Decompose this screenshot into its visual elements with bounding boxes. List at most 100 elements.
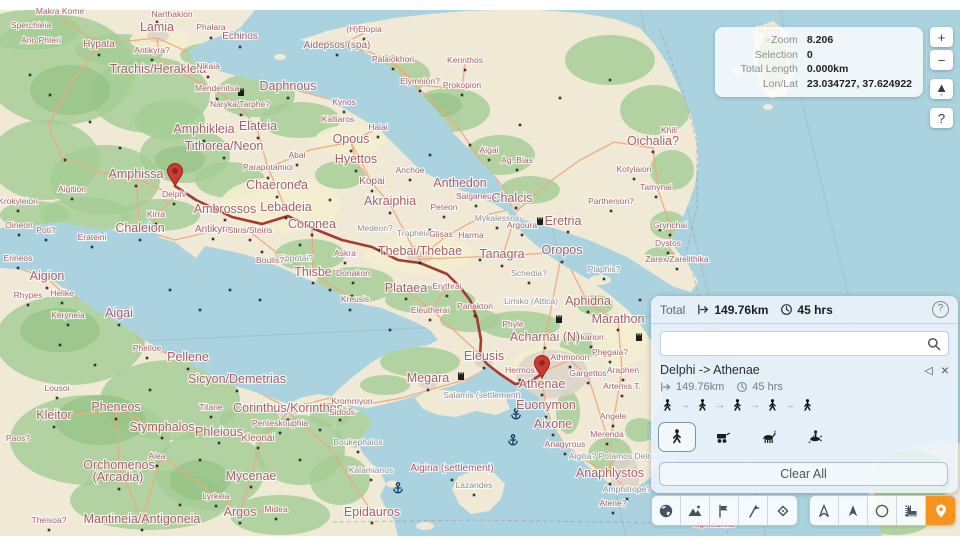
tool-circle-button[interactable]: [868, 496, 897, 525]
town-marker[interactable]: [669, 234, 672, 237]
town-marker[interactable]: [515, 207, 518, 210]
close-route-icon[interactable]: ×: [941, 365, 949, 375]
tool-terrain-button[interactable]: [681, 496, 710, 525]
clear-all-button[interactable]: Clear All: [659, 462, 948, 486]
town-marker[interactable]: [609, 79, 612, 82]
mode-rider-button[interactable]: [796, 422, 834, 452]
zoom-in-button[interactable]: +: [930, 27, 953, 47]
town-marker[interactable]: [429, 319, 432, 322]
town-marker[interactable]: [236, 390, 239, 393]
town-marker[interactable]: [357, 451, 360, 454]
town-marker[interactable]: [229, 289, 232, 292]
town-marker[interactable]: [48, 529, 51, 532]
town-marker[interactable]: [61, 302, 64, 305]
town-marker[interactable]: [312, 282, 315, 285]
town-marker[interactable]: [419, 90, 422, 93]
town-marker[interactable]: [17, 267, 20, 270]
town-marker[interactable]: [67, 324, 70, 327]
town-marker[interactable]: [343, 111, 346, 114]
mode-cart-button[interactable]: [704, 422, 742, 452]
town-marker[interactable]: [339, 419, 342, 422]
town-marker[interactable]: [18, 234, 21, 237]
town-marker[interactable]: [71, 198, 74, 201]
town-marker[interactable]: [118, 324, 121, 327]
town-marker[interactable]: [528, 282, 531, 285]
town-marker[interactable]: [146, 357, 149, 360]
town-marker[interactable]: [446, 295, 449, 298]
town-marker[interactable]: [617, 329, 620, 332]
town-marker[interactable]: [474, 315, 477, 318]
town-marker[interactable]: [49, 94, 52, 97]
town-marker[interactable]: [371, 522, 374, 525]
tool-pin-button[interactable]: [926, 496, 955, 525]
town-marker[interactable]: [587, 311, 590, 314]
town-marker[interactable]: [469, 144, 472, 147]
town-marker[interactable]: [612, 512, 615, 515]
town-marker[interactable]: [405, 298, 408, 301]
town-marker[interactable]: [609, 361, 612, 364]
town-marker[interactable]: [612, 425, 615, 428]
town-marker[interactable]: [249, 239, 252, 242]
tool-nav-filled-button[interactable]: [839, 496, 868, 525]
town-marker[interactable]: [179, 504, 182, 507]
town-marker[interactable]: [427, 389, 430, 392]
town-marker[interactable]: [239, 522, 242, 525]
mode-donkey-button[interactable]: [750, 422, 788, 452]
town-marker[interactable]: [210, 37, 213, 40]
town-marker[interactable]: [521, 234, 524, 237]
town-marker[interactable]: [173, 203, 176, 206]
town-marker[interactable]: [169, 289, 172, 292]
town-marker[interactable]: [352, 282, 355, 285]
town-marker[interactable]: [564, 453, 567, 456]
town-marker[interactable]: [655, 196, 658, 199]
town-marker[interactable]: [496, 227, 499, 230]
town-marker[interactable]: [606, 443, 609, 446]
town-marker[interactable]: [409, 179, 412, 182]
route-search-input[interactable]: [660, 331, 949, 356]
town-marker[interactable]: [561, 261, 564, 264]
town-marker[interactable]: [218, 442, 221, 445]
town-marker[interactable]: [336, 54, 339, 57]
town-marker[interactable]: [311, 234, 314, 237]
town-marker[interactable]: [610, 210, 613, 213]
tool-globe-button[interactable]: [652, 496, 681, 525]
town-marker[interactable]: [151, 59, 154, 62]
town-marker[interactable]: [139, 239, 142, 242]
town-marker[interactable]: [207, 76, 210, 79]
town-marker[interactable]: [344, 262, 347, 265]
search-icon[interactable]: [926, 336, 942, 352]
town-marker[interactable]: [370, 479, 373, 482]
town-marker[interactable]: [475, 205, 478, 208]
town-marker[interactable]: [64, 159, 67, 162]
town-marker[interactable]: [488, 159, 491, 162]
town-marker[interactable]: [224, 219, 227, 222]
town-marker[interactable]: [199, 309, 202, 312]
town-marker[interactable]: [276, 196, 279, 199]
town-marker[interactable]: [17, 210, 20, 213]
town-marker[interactable]: [89, 121, 92, 124]
town-marker[interactable]: [94, 364, 97, 367]
town-marker[interactable]: [215, 505, 218, 508]
town-marker[interactable]: [621, 395, 624, 398]
town-marker[interactable]: [141, 529, 144, 532]
town-marker[interactable]: [161, 437, 164, 440]
town-marker[interactable]: [29, 74, 32, 77]
help-button[interactable]: ?: [930, 108, 953, 128]
town-marker[interactable]: [349, 309, 352, 312]
town-marker[interactable]: [56, 397, 59, 400]
town-marker[interactable]: [279, 432, 282, 435]
town-marker[interactable]: [389, 329, 392, 332]
tool-signpost-button[interactable]: [739, 496, 768, 525]
town-marker[interactable]: [27, 304, 30, 307]
town-marker[interactable]: [544, 347, 547, 350]
town-marker[interactable]: [355, 170, 358, 173]
town-marker[interactable]: [392, 68, 395, 71]
town-marker[interactable]: [257, 447, 260, 450]
town-marker[interactable]: [135, 185, 138, 188]
town-marker[interactable]: [259, 299, 262, 302]
town-marker[interactable]: [45, 239, 48, 242]
town-marker[interactable]: [296, 164, 299, 167]
town-marker[interactable]: [451, 479, 454, 482]
tool-ruler-button[interactable]: [897, 496, 926, 525]
town-marker[interactable]: [652, 151, 655, 154]
